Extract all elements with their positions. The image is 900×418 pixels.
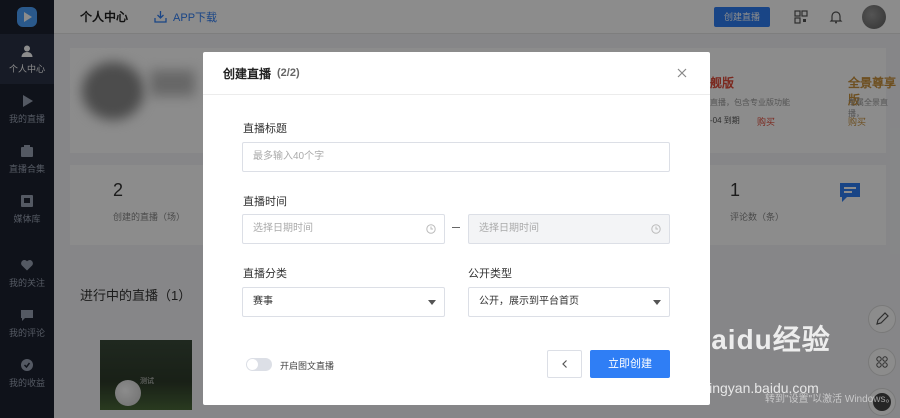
- dialog-step: (2/2): [277, 67, 300, 79]
- graphic-live-toggle[interactable]: [246, 358, 272, 371]
- dialog-title: 创建直播: [223, 66, 272, 81]
- clock-icon: [426, 224, 436, 234]
- category-selected-value: 赛事: [253, 296, 273, 307]
- category-field-label: 直播分类: [243, 268, 287, 280]
- chevron-down-icon: [653, 300, 661, 305]
- visibility-field-label: 公开类型: [468, 268, 512, 280]
- windows-activation-hint: 转到"设置"以激活 Windows。: [765, 394, 896, 405]
- time-field-label: 直播时间: [243, 196, 287, 208]
- close-icon[interactable]: [676, 67, 688, 79]
- baidu-watermark: Baidu经验: [690, 324, 831, 355]
- create-now-button[interactable]: 立即创建: [590, 350, 670, 378]
- graphic-live-toggle-label: 开启图文直播: [280, 361, 335, 371]
- end-datetime-input[interactable]: 选择日期时间: [468, 214, 670, 244]
- start-datetime-input[interactable]: 选择日期时间: [242, 214, 445, 244]
- clock-icon: [651, 224, 661, 234]
- dialog-header: 创建直播 (2/2): [203, 52, 710, 95]
- live-title-input[interactable]: 最多输入40个字: [242, 142, 670, 172]
- live-title-placeholder: 最多输入40个字: [253, 151, 325, 162]
- create-live-dialog: 创建直播 (2/2) 直播标题 最多输入40个字 直播时间 选择日期时间 选择日…: [203, 52, 710, 405]
- category-select[interactable]: 赛事: [242, 287, 445, 317]
- date-range-separator: [452, 227, 460, 228]
- chevron-left-icon: [561, 360, 567, 368]
- visibility-select[interactable]: 公开，展示到平台首页: [468, 287, 670, 317]
- visibility-selected-value: 公开，展示到平台首页: [479, 296, 579, 307]
- start-datetime-placeholder: 选择日期时间: [253, 223, 313, 234]
- end-datetime-placeholder: 选择日期时间: [479, 223, 539, 234]
- chevron-down-icon: [428, 300, 436, 305]
- title-field-label: 直播标题: [243, 123, 287, 135]
- back-button[interactable]: [547, 350, 582, 378]
